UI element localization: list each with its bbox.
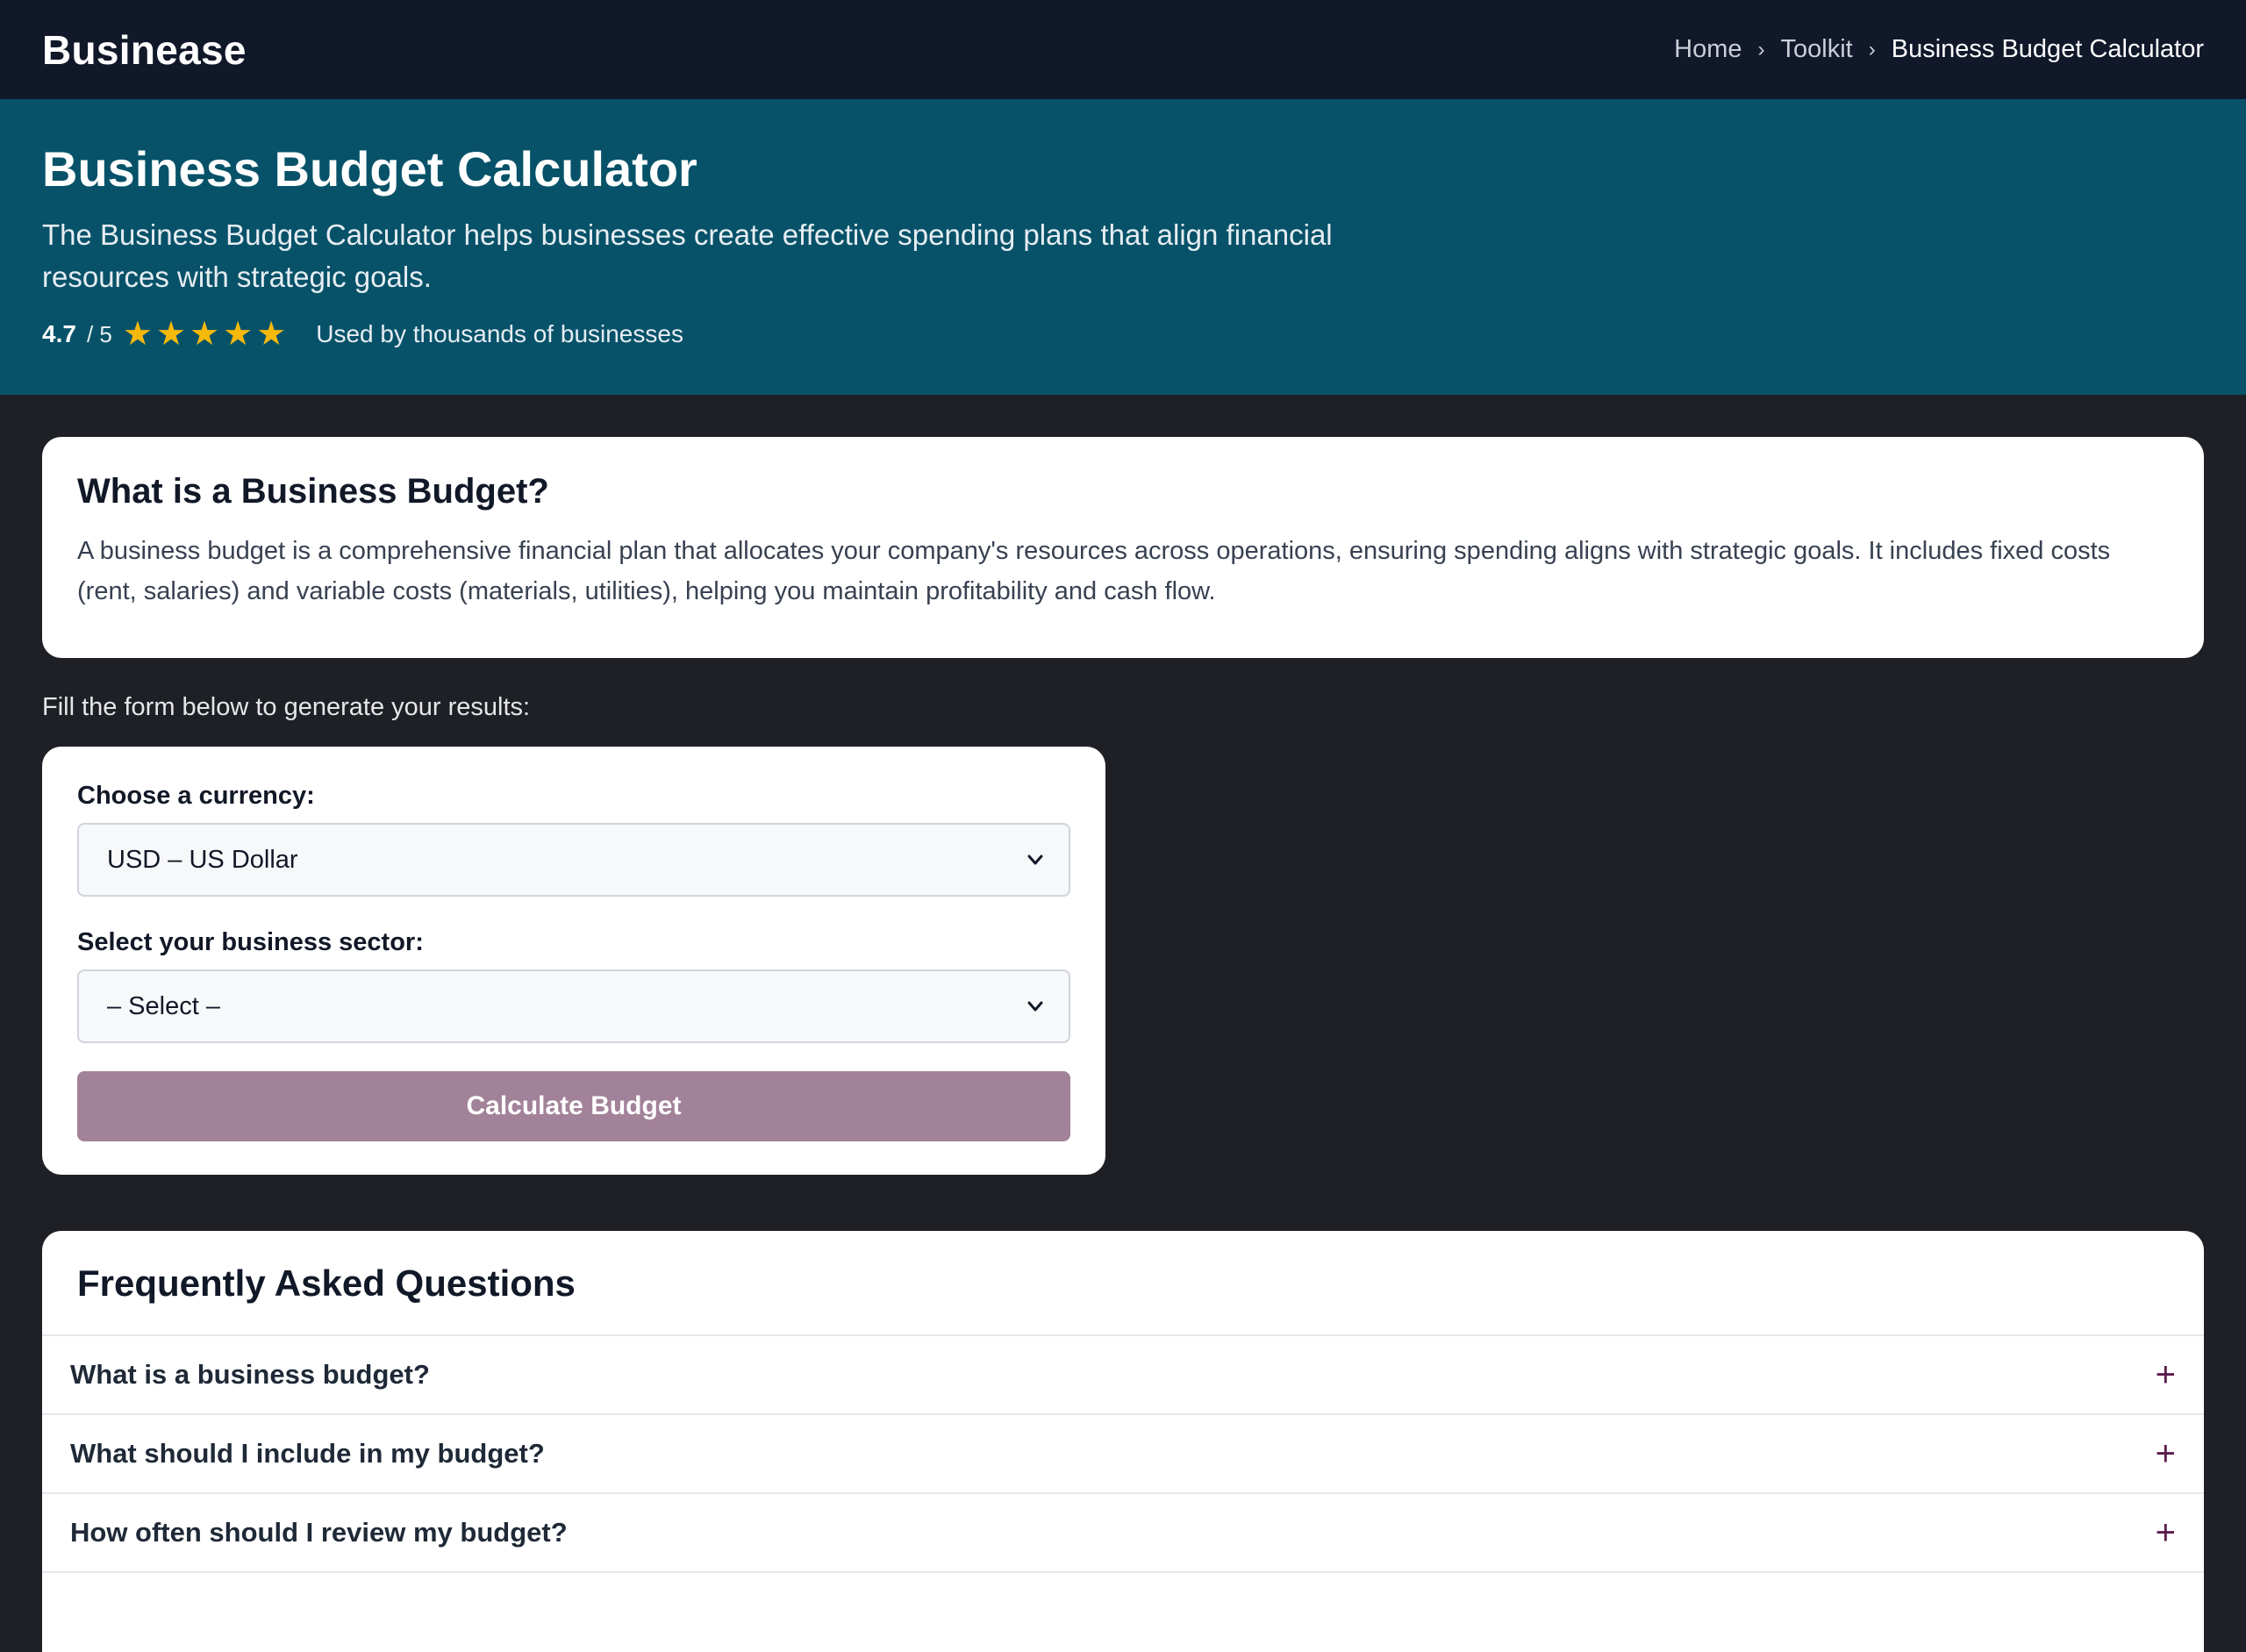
form-intro: Fill the form below to generate your res… [42, 693, 531, 721]
faq-question: What is a business budget? [70, 1359, 430, 1390]
top-navigation: Businease Home › Toolkit › Business Budg… [0, 0, 2246, 99]
faq-question: How often should I review my budget? [70, 1517, 568, 1548]
rating-value: 4.7 [42, 320, 76, 348]
faq-question: What should I include in my budget? [70, 1438, 545, 1469]
currency-select-value: USD – US Dollar [107, 845, 298, 874]
star-icon: ★ [122, 316, 153, 354]
budget-form: Choose a currency: USD – US Dollar Selec… [42, 747, 1105, 1175]
currency-label: Choose a currency: [77, 782, 315, 810]
site-logo[interactable]: Businease [42, 26, 247, 74]
sector-label: Select your business sector: [77, 928, 424, 956]
chevron-down-icon [1027, 1001, 1043, 1012]
what-is-budget-title: What is a Business Budget? [77, 472, 549, 511]
usage-note: Used by thousands of businesses [316, 320, 683, 348]
breadcrumb-home[interactable]: Home [1674, 35, 1742, 64]
star-icon: ★ [155, 316, 187, 354]
rating-row: 4.7 / 5 ★ ★ ★ ★ ★ Used by thousands of b… [42, 318, 2204, 351]
faq-section: Frequently Asked Questions What is a bus… [42, 1231, 2204, 1652]
plus-icon[interactable]: + [2156, 1357, 2176, 1392]
chevron-down-icon [1027, 855, 1043, 865]
rating-max: / 5 [86, 320, 112, 347]
faq-title: Frequently Asked Questions [42, 1231, 2204, 1336]
page-title: Business Budget Calculator [42, 141, 697, 197]
star-icon: ★ [256, 316, 287, 354]
plus-icon[interactable]: + [2156, 1436, 2176, 1471]
breadcrumb-separator-icon: › [1757, 37, 1765, 61]
sector-select-value: – Select – [107, 991, 220, 1020]
breadcrumb-toolkit[interactable]: Toolkit [1781, 35, 1853, 64]
breadcrumb: Home › Toolkit › Business Budget Calcula… [1674, 35, 2204, 64]
faq-item[interactable]: What should I include in my budget? + [42, 1415, 2204, 1494]
calculate-budget-button[interactable]: Calculate Budget [77, 1071, 1070, 1141]
currency-select[interactable]: USD – US Dollar [77, 823, 1070, 897]
faq-item[interactable]: How often should I review my budget? + [42, 1494, 2204, 1573]
sector-select[interactable]: – Select – [77, 969, 1070, 1043]
rating-stars: ★ ★ ★ ★ ★ [123, 318, 286, 351]
breadcrumb-current-page: Business Budget Calculator [1891, 35, 2204, 63]
page-description: The Business Budget Calculator helps bus… [42, 218, 1333, 294]
what-is-budget-card: What is a Business Budget? A business bu… [42, 437, 2204, 658]
breadcrumb-separator-icon: › [1868, 37, 1876, 61]
faq-item[interactable]: What is a business budget? + [42, 1336, 2204, 1415]
main-content: What is a Business Budget? A business bu… [0, 395, 2246, 1652]
star-icon: ★ [190, 316, 220, 354]
plus-icon[interactable]: + [2156, 1515, 2176, 1550]
what-is-budget-body: A business budget is a comprehensive fin… [77, 537, 2111, 605]
star-icon: ★ [223, 316, 254, 354]
hero-banner: Business Budget Calculator The Business … [0, 99, 2246, 395]
